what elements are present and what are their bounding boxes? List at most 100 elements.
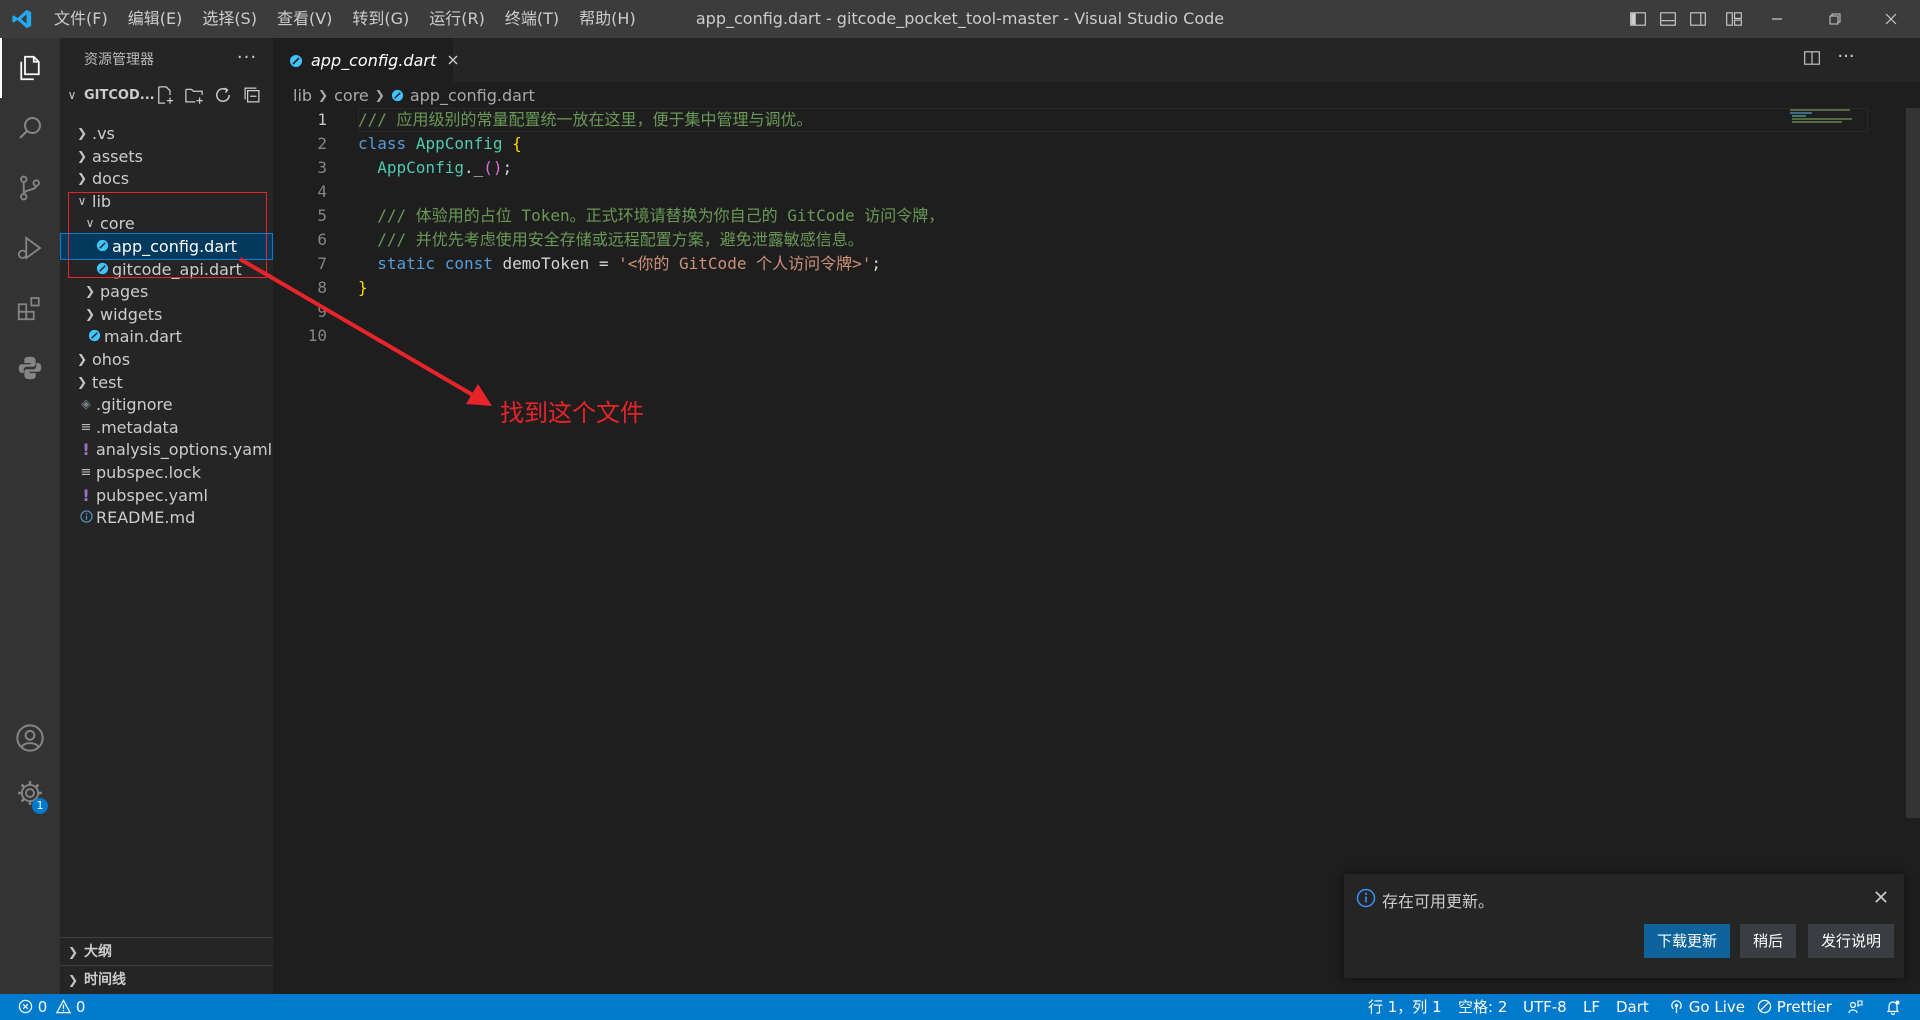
outline-section[interactable]: ❯ 大纲 bbox=[60, 937, 273, 966]
menu-selection[interactable]: 选择(S) bbox=[192, 0, 267, 38]
more-actions-button[interactable]: ··· bbox=[232, 38, 262, 82]
line-number: 4 bbox=[317, 182, 327, 201]
breadcrumb-file[interactable]: app_config.dart bbox=[410, 86, 535, 105]
run-debug-button[interactable] bbox=[0, 218, 60, 278]
error-icon bbox=[18, 999, 33, 1014]
code-line-5: /// 体验用的占位 Token。正式环境请替换为你自己的 GitCode 访问… bbox=[377, 206, 945, 225]
workspace-root-label: GITCOD... bbox=[84, 88, 155, 103]
close-window-button[interactable] bbox=[1866, 0, 1916, 38]
python-button[interactable] bbox=[0, 338, 60, 398]
annotation-label: 找到这个文件 bbox=[500, 399, 644, 427]
end-of-line[interactable]: LF bbox=[1583, 994, 1600, 1020]
language-mode[interactable]: Dart bbox=[1616, 994, 1649, 1020]
run-debug-icon bbox=[17, 236, 42, 260]
menu-terminal[interactable]: 终端(T) bbox=[495, 0, 569, 38]
code-editor[interactable]: 1 2 3 4 5 6 7 8 9 10 /// 应用级别的常量配置统一放在这里，便于集中管理与调… bbox=[273, 108, 1920, 994]
new-folder-icon bbox=[185, 88, 203, 104]
line-number: 3 bbox=[317, 158, 327, 177]
layout-sidebar-right-icon bbox=[1690, 12, 1706, 26]
go-live-button[interactable]: Go Live bbox=[1669, 994, 1745, 1020]
new-file-icon bbox=[158, 86, 174, 104]
timeline-section[interactable]: ❯ 时间线 bbox=[60, 965, 273, 994]
tab-close-button[interactable] bbox=[446, 53, 460, 67]
line-number: 8 bbox=[317, 278, 327, 297]
customize-layout-button[interactable] bbox=[1718, 0, 1750, 38]
code-line-8: } bbox=[358, 278, 368, 297]
layout-panel-icon bbox=[1660, 12, 1676, 26]
indentation[interactable]: 空格: 2 bbox=[1458, 994, 1507, 1020]
extensions-button[interactable] bbox=[0, 278, 60, 338]
feedback-button[interactable] bbox=[1847, 994, 1863, 1020]
collapse-folders-button[interactable] bbox=[242, 85, 264, 107]
go-live-label: Go Live bbox=[1688, 998, 1745, 1016]
chevron-right-icon: ❯ bbox=[318, 88, 329, 102]
update-notification: 存在可用更新。 下载更新 稍后 发行说明 bbox=[1344, 874, 1904, 978]
release-notes-button[interactable]: 发行说明 bbox=[1808, 924, 1894, 958]
menu-view[interactable]: 查看(V) bbox=[267, 0, 342, 38]
notifications-button[interactable] bbox=[1885, 994, 1901, 1020]
source-control-button[interactable] bbox=[0, 158, 60, 218]
menu-file[interactable]: 文件(F) bbox=[44, 0, 118, 38]
dart-file-icon bbox=[391, 89, 404, 102]
line-number: 5 bbox=[317, 206, 327, 225]
vertical-scrollbar[interactable] bbox=[1906, 108, 1920, 818]
minimize-icon bbox=[1772, 18, 1782, 20]
menu-go[interactable]: 转到(G) bbox=[342, 0, 419, 38]
toggle-panel-button[interactable] bbox=[1652, 0, 1684, 38]
search-icon bbox=[19, 117, 41, 139]
tree-item[interactable]: README.md bbox=[60, 504, 273, 531]
files-icon bbox=[20, 55, 40, 81]
encoding[interactable]: UTF-8 bbox=[1523, 994, 1567, 1020]
refresh-explorer-button[interactable] bbox=[213, 85, 235, 107]
manage-button[interactable]: 1 bbox=[0, 763, 60, 823]
minimap[interactable] bbox=[1790, 108, 1900, 124]
tab-app-config[interactable]: app_config.dart bbox=[273, 38, 458, 82]
cursor-position[interactable]: 行 1，列 1 bbox=[1368, 994, 1442, 1020]
notification-close-button[interactable] bbox=[1872, 888, 1890, 910]
split-editor-button[interactable] bbox=[1803, 49, 1825, 71]
chevron-right-icon: ❯ bbox=[374, 88, 385, 102]
line-number: 10 bbox=[307, 326, 327, 345]
code-line-1: /// 应用级别的常量配置统一放在这里，便于集中管理与调优。 bbox=[358, 110, 813, 129]
new-file-button[interactable] bbox=[155, 85, 177, 107]
close-icon bbox=[1885, 13, 1897, 25]
menu-help[interactable]: 帮助(H) bbox=[569, 0, 646, 38]
minimize-button[interactable] bbox=[1752, 0, 1802, 38]
explorer-header: 资源管理器 bbox=[84, 52, 154, 68]
warning-icon bbox=[56, 999, 72, 1014]
toggle-primary-sidebar-button[interactable] bbox=[1622, 0, 1654, 38]
search-button[interactable] bbox=[0, 98, 60, 158]
explorer-button[interactable] bbox=[0, 38, 60, 98]
status-bar: 0 0 行 1，列 1 空格: 2 UTF-8 LF Dart Go Live … bbox=[0, 994, 1920, 1020]
later-button[interactable]: 稍后 bbox=[1740, 924, 1796, 958]
problems-indicator[interactable]: 0 0 bbox=[18, 994, 85, 1020]
download-update-button[interactable]: 下载更新 bbox=[1644, 924, 1730, 958]
accounts-button[interactable] bbox=[0, 708, 60, 768]
editor-tabs: app_config.dart ··· bbox=[273, 38, 1920, 82]
feedback-icon bbox=[1848, 1000, 1863, 1014]
prettier-button[interactable]: Prettier bbox=[1757, 994, 1832, 1020]
restore-button[interactable] bbox=[1810, 0, 1860, 38]
settings-badge: 1 bbox=[32, 798, 48, 814]
notification-message: 存在可用更新。 bbox=[1382, 892, 1495, 911]
layout-grid-icon bbox=[1726, 12, 1742, 26]
python-icon bbox=[18, 356, 42, 380]
chevron-right-icon: ❯ bbox=[68, 973, 79, 987]
breadcrumb: lib ❯ core ❯ app_config.dart bbox=[273, 82, 1920, 108]
menu-run[interactable]: 运行(R) bbox=[419, 0, 495, 38]
breadcrumb-lib[interactable]: lib bbox=[293, 86, 312, 105]
editor-more-actions-button[interactable]: ··· bbox=[1833, 42, 1859, 72]
tree-item-label: README.md bbox=[96, 508, 196, 527]
new-folder-button[interactable] bbox=[184, 85, 206, 107]
close-icon bbox=[448, 55, 458, 65]
info-icon bbox=[1356, 888, 1376, 912]
source-control-icon bbox=[20, 175, 40, 201]
vscode-logo-icon bbox=[0, 0, 44, 38]
split-editor-icon bbox=[1804, 51, 1820, 65]
breadcrumb-core[interactable]: core bbox=[334, 86, 369, 105]
line-number: 1 bbox=[317, 110, 327, 129]
warning-count: 0 bbox=[75, 998, 86, 1016]
toggle-secondary-sidebar-button[interactable] bbox=[1682, 0, 1714, 38]
menu-edit[interactable]: 编辑(E) bbox=[118, 0, 193, 38]
code-line-7: static const demoToken = '<你的 GitCode 个人… bbox=[377, 254, 881, 273]
